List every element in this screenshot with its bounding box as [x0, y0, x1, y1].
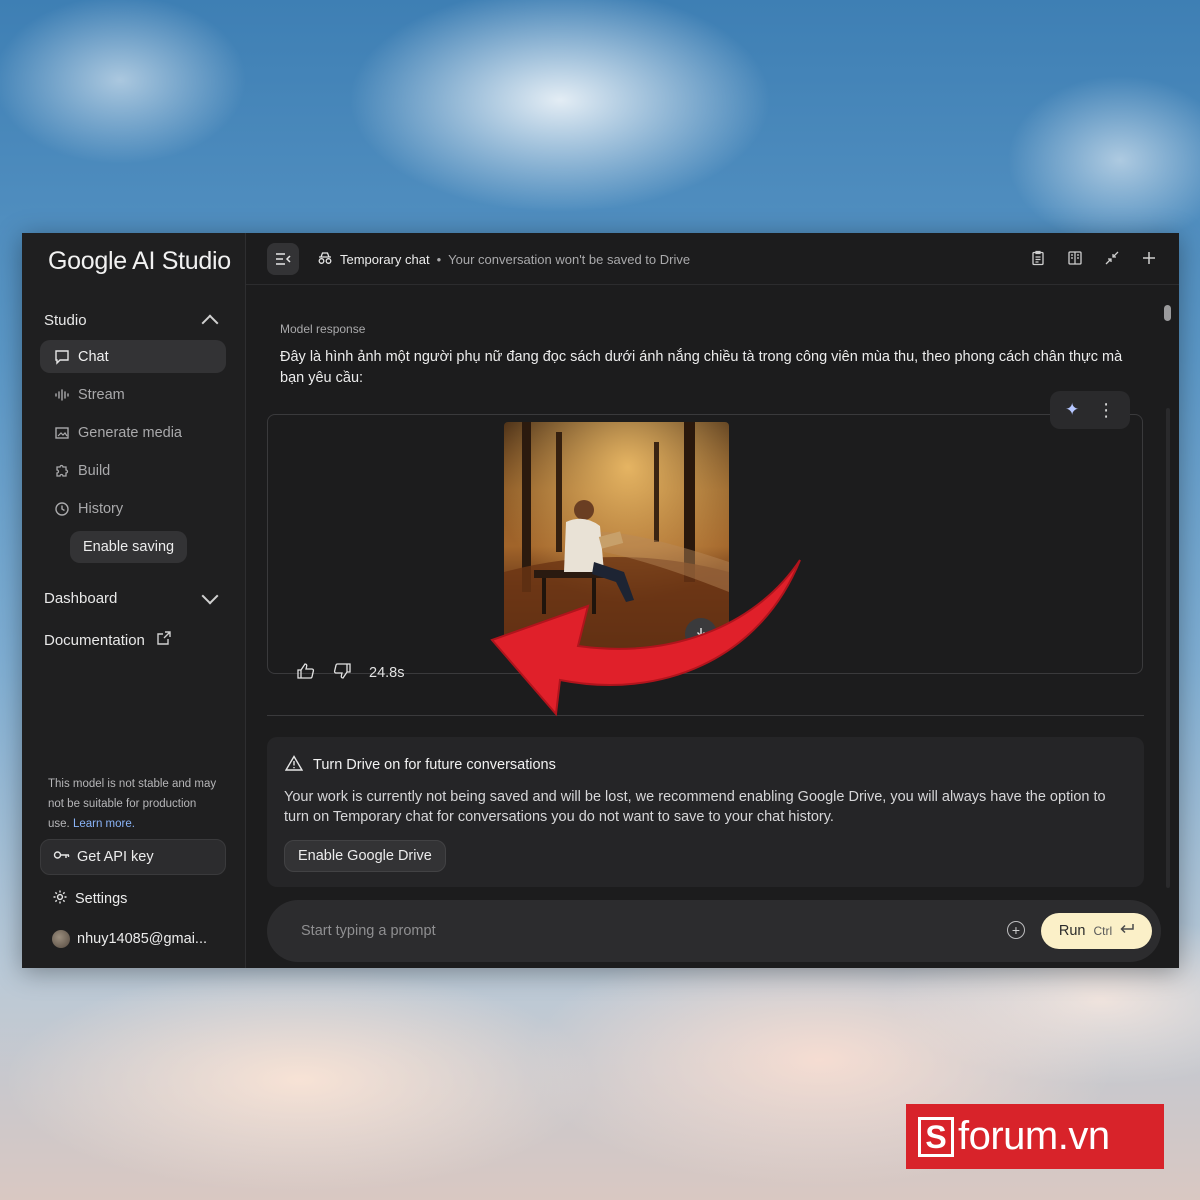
chevron-up-icon — [201, 314, 219, 332]
account-email: nhuy14085@gmai... — [77, 931, 207, 947]
collapse-sidebar-button[interactable] — [267, 243, 299, 275]
incognito-icon — [317, 251, 333, 268]
new-chat-icon[interactable] — [1140, 249, 1157, 266]
app-logo: Google AI Studio — [48, 247, 231, 275]
model-response-text: Đây là hình ảnh một người phụ nữ đang đọ… — [280, 349, 1123, 386]
studio-section-toggle[interactable]: Studio — [44, 311, 219, 332]
run-shortcut-hint: Ctrl — [1093, 924, 1113, 938]
response-feedback: 24.8s — [297, 663, 404, 683]
temporary-chat-indicator: Temporary chat • Your conversation won't… — [317, 251, 690, 268]
account-item[interactable]: nhuy14085@gmai... — [52, 930, 207, 948]
thumbs-down-icon[interactable] — [333, 663, 351, 683]
documentation-link[interactable]: Documentation — [44, 631, 171, 649]
chat-icon — [54, 349, 70, 365]
top-actions — [1029, 249, 1157, 266]
more-vert-icon[interactable]: ⋮ — [1097, 401, 1115, 419]
app-window: Google AI Studio Studio Chat Stream Gene… — [22, 233, 1179, 968]
studio-section-label: Studio — [44, 311, 87, 329]
settings-item[interactable]: Settings — [52, 889, 127, 909]
history-icon — [54, 501, 70, 517]
sidebar-item-label: Build — [78, 462, 111, 479]
sforum-logo-mark: S — [918, 1116, 954, 1157]
waveform-icon — [54, 387, 70, 403]
scrollbar-thumb[interactable] — [1164, 305, 1171, 321]
sidebar-item-chat[interactable]: Chat — [40, 340, 226, 373]
documentation-label: Documentation — [44, 631, 145, 649]
chat-main: Temporary chat • Your conversation won't… — [246, 233, 1179, 968]
temporary-chat-subtitle: Your conversation won't be saved to Driv… — [448, 252, 691, 267]
clipboard-icon[interactable] — [1029, 249, 1046, 266]
run-button[interactable]: Run Ctrl — [1041, 913, 1152, 949]
response-time: 24.8s — [369, 665, 405, 681]
prompt-bar: + Run Ctrl — [267, 900, 1161, 962]
model-response-label: Model response — [280, 322, 366, 336]
sidebar-item-label: Stream — [78, 386, 125, 403]
sparkle-icon[interactable]: ✦ — [1065, 400, 1079, 420]
dashboard-section-toggle[interactable]: Dashboard — [44, 587, 219, 607]
enable-saving-button[interactable]: Enable saving — [70, 531, 188, 563]
sidebar-item-history[interactable]: History — [40, 492, 226, 525]
compare-icon[interactable] — [1066, 249, 1083, 266]
get-api-key-button[interactable]: Get API key — [40, 839, 226, 875]
drive-notice-title: Turn Drive on for future conversations — [313, 757, 556, 773]
thumbs-up-icon[interactable] — [297, 663, 315, 683]
sidebar-item-label: Chat — [78, 348, 109, 365]
sidebar-item-label: History — [78, 500, 124, 517]
scrollbar-track[interactable] — [1166, 408, 1170, 888]
drive-notice-card: Turn Drive on for future conversations Y… — [267, 737, 1144, 887]
top-bar: Temporary chat • Your conversation won't… — [246, 233, 1179, 285]
settings-label: Settings — [75, 891, 128, 907]
sidebar-item-generate-media[interactable]: Generate media — [40, 416, 226, 449]
enable-google-drive-button[interactable]: Enable Google Drive — [284, 840, 446, 872]
compress-icon[interactable] — [1103, 249, 1120, 266]
sidebar-item-build[interactable]: Build — [40, 454, 226, 487]
puzzle-icon — [54, 463, 70, 479]
get-api-key-label: Get API key — [77, 849, 154, 865]
sidebar-item-label: Generate media — [78, 424, 182, 441]
divider — [267, 715, 1144, 716]
key-icon — [53, 849, 71, 865]
external-link-icon — [157, 631, 171, 649]
temporary-chat-title: Temporary chat — [340, 252, 430, 267]
drive-notice-body: Your work is currently not being saved a… — [284, 789, 1106, 825]
drive-notice-header: Turn Drive on for future conversations — [284, 755, 556, 775]
warning-icon — [284, 755, 304, 775]
response-actions: ✦ ⋮ — [1050, 391, 1130, 429]
separator-dot: • — [436, 252, 442, 267]
chevron-down-icon — [201, 587, 219, 604]
gear-icon — [52, 889, 68, 909]
model-disclaimer: This model is not stable and may not be … — [48, 774, 218, 834]
run-label: Run — [1058, 923, 1086, 939]
sforum-watermark: S forum.vn — [906, 1104, 1164, 1169]
sforum-logo-text: forum.vn — [958, 1114, 1110, 1158]
sidebar-item-stream[interactable]: Stream — [40, 378, 226, 411]
learn-more-link[interactable]: Learn more. — [73, 818, 135, 830]
prompt-input[interactable] — [301, 923, 981, 939]
dashboard-section-label: Dashboard — [44, 590, 118, 607]
download-image-button[interactable] — [685, 618, 717, 650]
image-icon — [54, 425, 70, 441]
add-media-icon[interactable]: + — [1007, 921, 1025, 939]
enter-key-icon — [1120, 923, 1134, 939]
generated-image[interactable] — [504, 422, 729, 648]
avatar — [52, 930, 70, 948]
sidebar: Google AI Studio Studio Chat Stream Gene… — [22, 233, 246, 968]
